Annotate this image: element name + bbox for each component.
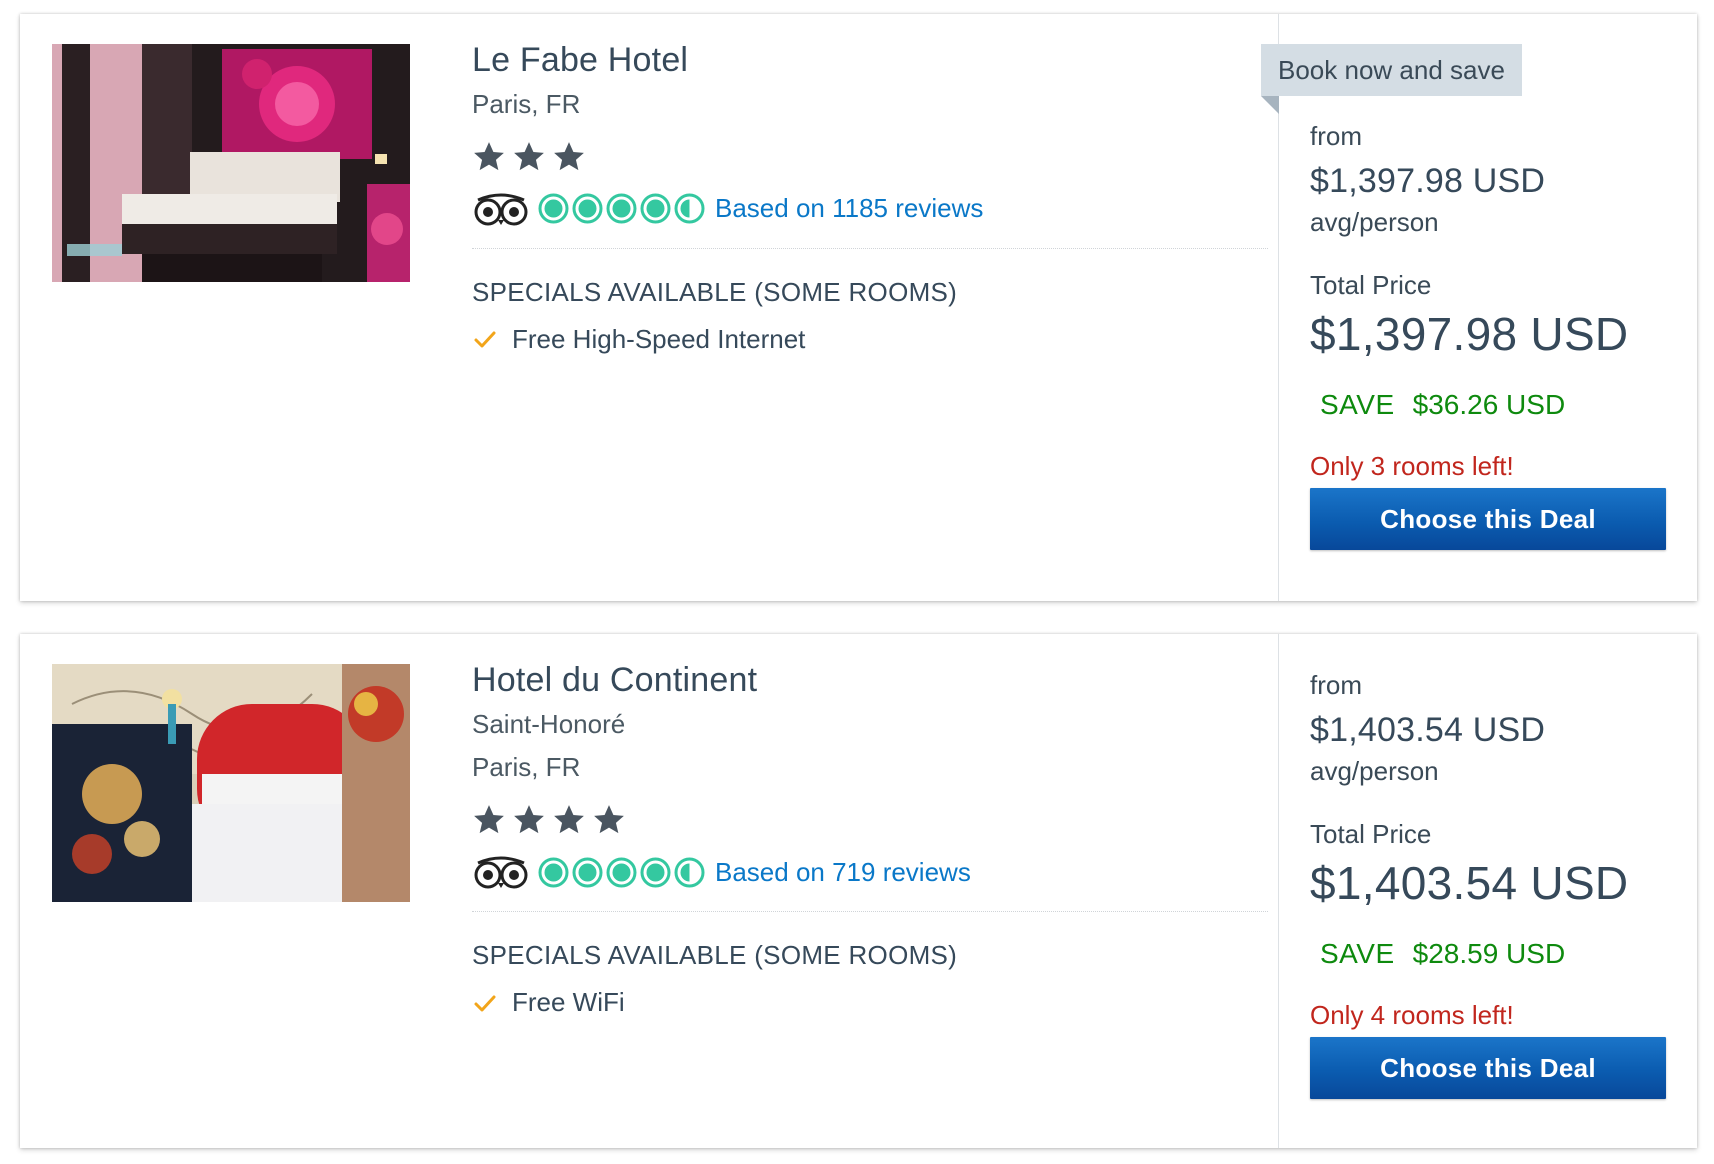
save-amount: $36.26 USD [1412, 389, 1566, 420]
rating-bubble-icon [538, 857, 569, 888]
per-person-price: $1,403.54 USD [1310, 711, 1546, 749]
hotel-location: Paris, FR [472, 751, 581, 782]
rating-bubble-icon [572, 857, 603, 888]
tripadvisor-rating: Based on 1185 reviews [472, 190, 1268, 228]
price-panel: from $1,403.54 USD avg/person Total Pric… [1278, 634, 1697, 1148]
save-label: SAVE [1320, 389, 1395, 420]
star-icon [512, 803, 546, 837]
rooms-left-notice: Only 4 rooms left! [1310, 1000, 1514, 1030]
hotel-info: Hotel du Continent Saint-Honoré Paris, F… [472, 660, 1268, 1018]
hotel-info: Le Fabe Hotel Paris, FR Based on 1185 re… [472, 40, 1268, 355]
book-now-banner: Book now and save [1261, 44, 1522, 96]
specials-heading: SPECIALS AVAILABLE (SOME ROOMS) [472, 276, 958, 307]
total-price-label: Total Price [1310, 270, 1432, 300]
check-icon [472, 990, 498, 1016]
hotel-card: Hotel du Continent Saint-Honoré Paris, F… [20, 634, 1697, 1148]
total-price: $1,403.54 USD [1310, 857, 1629, 909]
price-panel: Book now and save from $1,397.98 USD avg… [1261, 14, 1697, 601]
amenity-label: Free High-Speed Internet [512, 323, 806, 354]
amenity-label: Free WiFi [512, 987, 625, 1018]
star-rating [472, 801, 1268, 839]
divider [472, 911, 1268, 913]
choose-deal-button[interactable]: Choose this Deal [1310, 1037, 1666, 1099]
save-label: SAVE [1320, 938, 1395, 969]
amenity-item: Free High-Speed Internet [472, 324, 1268, 355]
tripadvisor-owl-icon [472, 855, 530, 889]
star-icon [592, 803, 626, 837]
check-icon [472, 326, 498, 352]
hotel-name[interactable]: Le Fabe Hotel [472, 40, 1268, 81]
reviews-link[interactable]: Based on 1185 reviews [715, 193, 983, 224]
per-person-label: avg/person [1310, 756, 1439, 786]
rating-bubble-icon [606, 857, 637, 888]
save-amount: $28.59 USD [1412, 938, 1566, 969]
star-icon [472, 803, 506, 837]
hotel-card: Le Fabe Hotel Paris, FR Based on 1185 re… [20, 14, 1697, 601]
hotel-photo[interactable] [52, 664, 410, 902]
from-label: from [1310, 670, 1362, 700]
choose-deal-button[interactable]: Choose this Deal [1310, 488, 1666, 550]
total-price-label: Total Price [1310, 819, 1432, 849]
tripadvisor-owl-icon [472, 192, 530, 226]
rating-bubble-half-icon [674, 857, 705, 888]
tripadvisor-rating: Based on 719 reviews [472, 853, 1268, 891]
star-icon [552, 803, 586, 837]
savings: SAVE $28.59 USD [1320, 938, 1666, 970]
hotel-name[interactable]: Hotel du Continent [472, 660, 1268, 701]
star-icon [512, 140, 546, 174]
rating-bubble-icon [640, 193, 671, 224]
total-price: $1,397.98 USD [1310, 308, 1629, 360]
per-person-price: $1,397.98 USD [1310, 162, 1546, 200]
per-person-label: avg/person [1310, 207, 1439, 237]
star-icon [552, 140, 586, 174]
rating-bubble-icon [640, 857, 671, 888]
hotel-location: Paris, FR [472, 88, 581, 119]
amenity-item: Free WiFi [472, 987, 1268, 1018]
rating-bubble-half-icon [674, 193, 705, 224]
star-rating [472, 138, 1268, 176]
banner-fold [1261, 96, 1279, 114]
specials-heading: SPECIALS AVAILABLE (SOME ROOMS) [472, 940, 958, 971]
rating-bubbles [538, 193, 705, 224]
divider [472, 247, 1268, 249]
hotel-photo[interactable] [52, 44, 410, 282]
savings: SAVE $36.26 USD [1320, 389, 1666, 421]
rating-bubbles [538, 857, 705, 888]
rating-bubble-icon [606, 193, 637, 224]
rooms-left-notice: Only 3 rooms left! [1310, 451, 1514, 481]
rating-bubble-icon [538, 193, 569, 224]
from-label: from [1310, 121, 1362, 151]
rating-bubble-icon [572, 193, 603, 224]
hotel-neighborhood: Saint-Honoré [472, 708, 626, 739]
reviews-link[interactable]: Based on 719 reviews [715, 857, 971, 888]
star-icon [472, 140, 506, 174]
